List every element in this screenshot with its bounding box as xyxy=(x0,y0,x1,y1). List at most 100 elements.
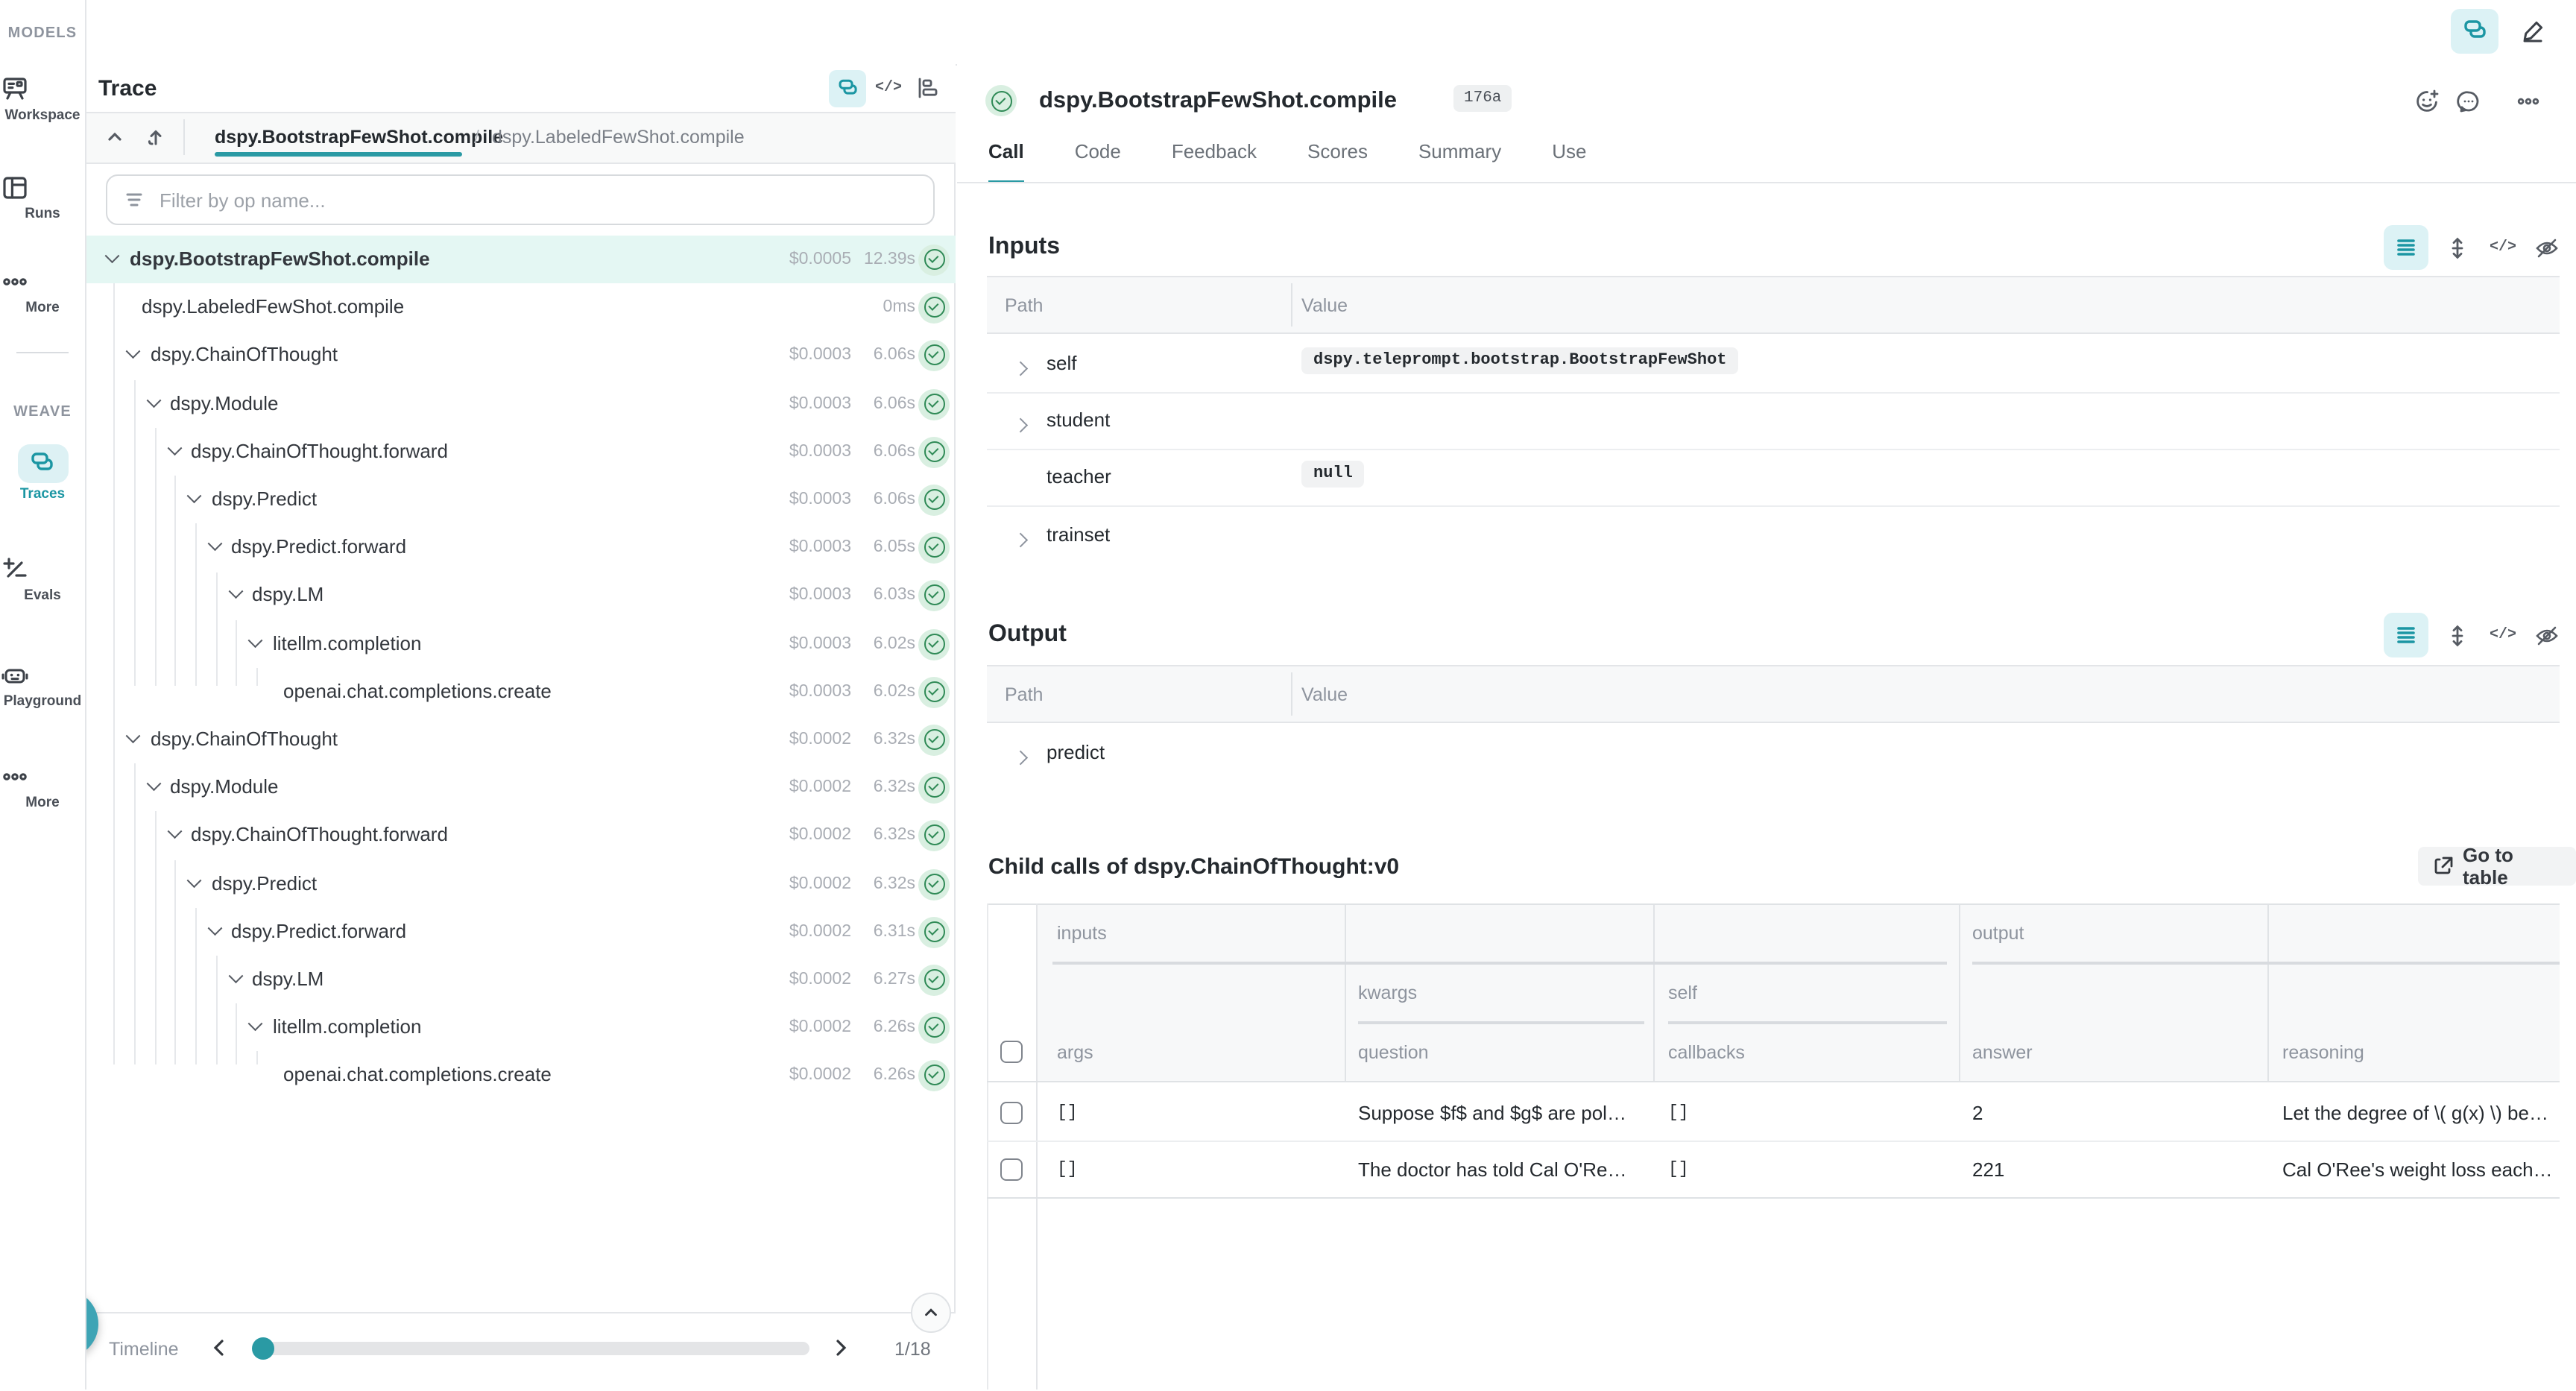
table-bottom-border xyxy=(987,1197,2560,1199)
chevron-down-icon[interactable] xyxy=(209,926,224,938)
code-view-icon[interactable]: </> xyxy=(874,73,903,103)
app-sidebar: MODELS Workspace Runs xyxy=(0,0,86,1390)
list-view-icon[interactable] xyxy=(2384,225,2428,270)
trace-tree-row[interactable]: dspy.Predict.forward $0.0002 6.31s xyxy=(85,908,956,956)
trace-tree-row[interactable]: dspy.LabeledFewShot.compile 0ms xyxy=(85,283,956,331)
cell-reasoning: Cal O'Ree's weight loss each… xyxy=(2282,1158,2554,1181)
chevron-down-icon[interactable] xyxy=(209,541,224,553)
chevron-down-icon[interactable] xyxy=(106,253,121,265)
sidebar-item-playground[interactable]: Playground xyxy=(0,660,85,710)
expand-row-icon[interactable] xyxy=(1015,356,1030,383)
tab-call[interactable]: Call xyxy=(988,140,1024,183)
breadcrumb-tab-secondary[interactable]: dspy.LabeledFewShot.compile xyxy=(492,127,745,148)
timeline-slider-track[interactable] xyxy=(253,1342,809,1355)
input-value-chip[interactable]: dspy.teleprompt.bootstrap.BootstrapFewSh… xyxy=(1301,347,1739,374)
input-value-chip[interactable]: null xyxy=(1301,461,1365,488)
hide-values-icon[interactable] xyxy=(2531,620,2561,650)
code-view-icon[interactable]: </> xyxy=(2488,620,2518,650)
trace-tree-row[interactable]: dspy.LM $0.0002 6.27s xyxy=(85,956,956,1003)
chevron-down-icon[interactable] xyxy=(249,638,264,650)
more-menu-icon[interactable] xyxy=(2510,85,2546,118)
trace-tree-row[interactable]: dspy.BootstrapFewShot.compile $0.0005 12… xyxy=(85,236,956,283)
trace-tree-row[interactable]: dspy.LM $0.0003 6.03s xyxy=(85,571,956,619)
select-all-checkbox[interactable] xyxy=(1000,1041,1023,1063)
chevron-down-icon[interactable] xyxy=(168,829,183,841)
workspace-board-icon xyxy=(0,75,85,104)
trace-tree-row[interactable]: openai.chat.completions.create $0.0003 6… xyxy=(85,668,956,716)
trace-tree-row[interactable]: dspy.ChainOfThought.forward $0.0003 6.06… xyxy=(85,428,956,476)
expand-row-icon[interactable] xyxy=(1015,528,1030,555)
breadcrumb-separator: / xyxy=(474,127,479,148)
call-tabs: Call Code Feedback Scores Summary Use xyxy=(988,140,1586,183)
cell-args: [] xyxy=(1057,1103,1325,1123)
list-view-icon[interactable] xyxy=(2384,613,2428,657)
add-reaction-icon[interactable] xyxy=(2411,85,2443,118)
trace-tree-row[interactable]: dspy.ChainOfThought $0.0003 6.06s xyxy=(85,331,956,379)
trace-tree-row[interactable]: dspy.Module $0.0003 6.06s xyxy=(85,380,956,428)
tree-view-icon[interactable] xyxy=(829,70,866,107)
sidebar-item-more-weave[interactable]: More xyxy=(0,762,85,811)
row-checkbox[interactable] xyxy=(1000,1102,1023,1124)
timeline-slider-thumb[interactable] xyxy=(252,1337,274,1360)
sidebar-section-weave: WEAVE xyxy=(0,404,85,420)
go-to-parent-icon[interactable] xyxy=(142,121,168,154)
success-status-icon xyxy=(918,628,950,660)
sidebar-item-evals[interactable]: Evals xyxy=(0,555,85,604)
trace-tree-row[interactable]: dspy.Predict $0.0002 6.32s xyxy=(85,860,956,908)
go-to-table-button[interactable]: Go to table xyxy=(2418,847,2576,886)
expand-row-icon[interactable] xyxy=(1015,413,1030,440)
collapse-timeline-button[interactable] xyxy=(911,1293,951,1333)
chevron-down-icon[interactable] xyxy=(230,974,244,985)
child-calls-table-top-border xyxy=(987,903,2560,905)
tab-code[interactable]: Code xyxy=(1075,140,1121,183)
chevron-down-icon[interactable] xyxy=(127,734,142,745)
comment-icon[interactable] xyxy=(2452,85,2485,118)
trace-tree-row[interactable]: dspy.Predict $0.0003 6.06s xyxy=(85,476,956,523)
chevron-down-icon[interactable] xyxy=(188,878,203,890)
collapse-tree-icon[interactable] xyxy=(101,121,128,154)
chevron-down-icon[interactable] xyxy=(148,398,162,410)
timeline-prev-icon[interactable] xyxy=(210,1337,228,1358)
timeline-next-icon[interactable] xyxy=(832,1337,850,1358)
chevron-down-icon[interactable] xyxy=(188,493,203,505)
sidebar-item-more-models[interactable]: More xyxy=(0,267,85,316)
trace-tree-row[interactable]: dspy.ChainOfThought $0.0002 6.32s xyxy=(85,716,956,763)
sidebar-item-traces[interactable]: Traces xyxy=(0,444,85,502)
group-underline xyxy=(1972,962,2560,964)
trace-tree-row[interactable]: dspy.Module $0.0002 6.32s xyxy=(85,763,956,811)
trace-tree-row[interactable]: dspy.Predict.forward $0.0003 6.05s xyxy=(85,523,956,571)
trace-tree-row[interactable]: litellm.completion $0.0003 6.02s xyxy=(85,620,956,668)
trace-tree-row[interactable]: openai.chat.completions.create $0.0002 6… xyxy=(85,1051,956,1099)
flame-view-icon[interactable] xyxy=(914,73,944,103)
expand-row-icon[interactable] xyxy=(1015,745,1030,772)
op-filter xyxy=(106,174,935,225)
chevron-down-icon[interactable] xyxy=(148,781,162,793)
tab-feedback[interactable]: Feedback xyxy=(1172,140,1257,183)
expand-values-icon[interactable] xyxy=(2442,233,2472,262)
chevron-down-icon[interactable] xyxy=(168,446,183,458)
expand-values-icon[interactable] xyxy=(2442,620,2472,650)
row-checkbox[interactable] xyxy=(1000,1158,1023,1181)
chevron-down-icon[interactable] xyxy=(127,349,142,361)
tab-scores[interactable]: Scores xyxy=(1307,140,1368,183)
sidebar-item-workspace[interactable]: Workspace xyxy=(0,75,85,124)
breadcrumb-divider xyxy=(183,119,185,155)
chevron-down-icon[interactable] xyxy=(230,589,244,601)
hide-values-icon[interactable] xyxy=(2531,233,2561,262)
op-filter-input[interactable] xyxy=(157,187,933,212)
chevron-down-icon[interactable] xyxy=(249,1021,264,1033)
annotate-pen-icon[interactable] xyxy=(2513,12,2552,51)
filter-icon xyxy=(124,189,145,210)
tab-summary[interactable]: Summary xyxy=(1418,140,1501,183)
sidebar-item-runs[interactable]: Runs xyxy=(0,173,85,222)
sub-header-self: self xyxy=(1668,982,1697,1003)
breadcrumb-tab-active[interactable]: dspy.BootstrapFewShot.compile xyxy=(215,127,503,148)
trace-tree-row[interactable]: dspy.ChainOfThought.forward $0.0002 6.32… xyxy=(85,811,956,859)
trace-tree-row[interactable]: litellm.completion $0.0002 6.26s xyxy=(85,1003,956,1051)
code-view-icon[interactable]: </> xyxy=(2488,233,2518,262)
cell-callbacks: [] xyxy=(1668,1103,1936,1123)
trace-view-icon[interactable] xyxy=(2451,9,2498,54)
tab-use[interactable]: Use xyxy=(1552,140,1586,183)
evals-plus-minus-icon xyxy=(0,555,85,584)
call-version-badge[interactable]: 176a xyxy=(1453,85,1512,112)
